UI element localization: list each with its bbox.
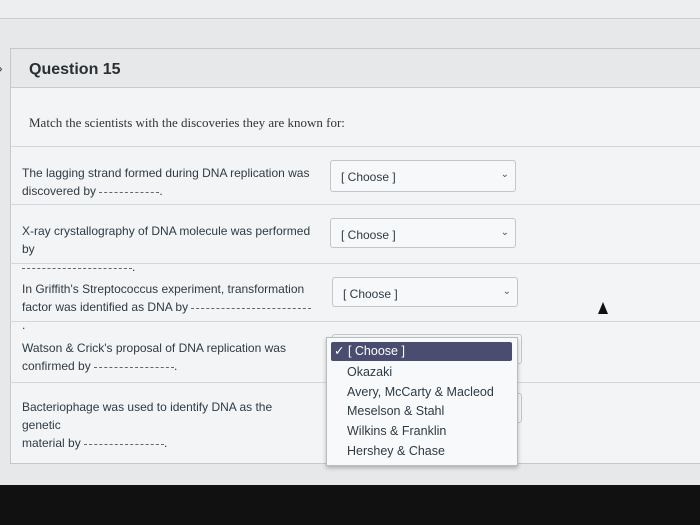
question-title: Question 15 xyxy=(29,61,121,78)
chevron-down-icon: ⌄ xyxy=(502,286,511,297)
divider xyxy=(10,321,700,322)
collapse-arrow-icon[interactable]: › xyxy=(0,60,3,76)
dropdown-option-wilkins[interactable]: Wilkins & Franklin xyxy=(347,424,446,442)
match-select-3[interactable]: [ Choose ] ⌄ xyxy=(332,277,518,307)
match-prompt-3: In Griffith's Streptococcus experiment, … xyxy=(22,280,312,334)
chevron-down-icon: ⌄ xyxy=(500,227,509,238)
divider xyxy=(10,263,700,264)
match-select-2[interactable]: [ Choose ] ⌄ xyxy=(330,218,516,248)
chevron-down-icon: ⌄ xyxy=(500,169,509,180)
dropdown-option-hershey[interactable]: Hershey & Chase xyxy=(347,444,445,462)
dropdown-option-okazaki[interactable]: Okazaki xyxy=(347,365,392,383)
question-header: Question 15 xyxy=(11,49,700,88)
top-bar xyxy=(0,0,700,19)
dropdown-option-choose[interactable]: ✓ [ Choose ] xyxy=(331,342,512,361)
choice-dropdown-menu: ✓ [ Choose ] Okazaki Avery, McCarty & Ma… xyxy=(326,337,518,466)
dropdown-option-avery[interactable]: Avery, McCarty & Macleod xyxy=(347,385,494,403)
mouse-cursor-icon xyxy=(598,302,608,314)
match-prompt-1: The lagging strand formed during DNA rep… xyxy=(22,166,310,198)
match-prompt-4: Watson & Crick's proposal of DNA replica… xyxy=(22,341,286,373)
question-instruction: Match the scientists with the discoverie… xyxy=(29,115,345,130)
match-prompt-2: X-ray crystallography of DNA molecule wa… xyxy=(22,224,311,274)
dropdown-option-meselson[interactable]: Meselson & Stahl xyxy=(347,404,444,422)
divider xyxy=(10,204,700,205)
screen-bezel xyxy=(0,485,700,525)
match-select-1[interactable]: [ Choose ] ⌄ xyxy=(330,160,516,192)
divider xyxy=(10,146,700,147)
match-prompt-5: Bacteriophage was used to identify DNA a… xyxy=(22,400,273,450)
